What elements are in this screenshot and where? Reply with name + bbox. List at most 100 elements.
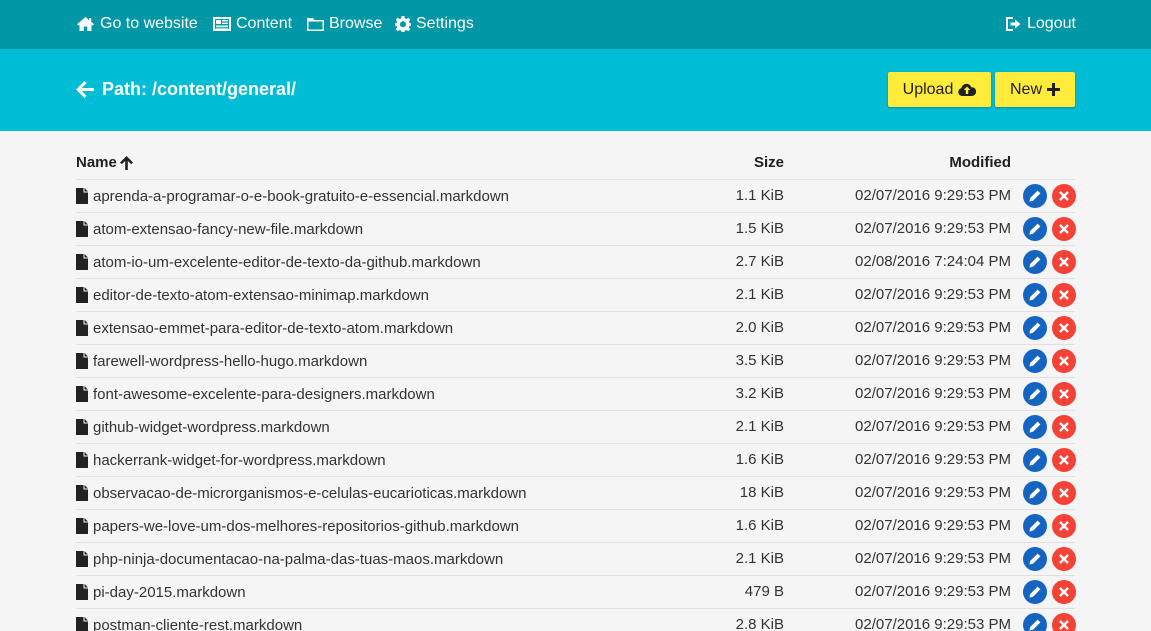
file-link[interactable]: postman-cliente-rest.markdown: [76, 616, 302, 631]
column-header-size-label: Size: [753, 154, 784, 171]
nav-logout-label: Logout: [1027, 15, 1076, 32]
nav-browse[interactable]: Browse: [307, 14, 382, 34]
file-link[interactable]: atom-io-um-excelente-editor-de-texto-da-…: [76, 253, 481, 271]
edit-button[interactable]: [1023, 316, 1047, 340]
home-icon: [77, 17, 94, 31]
file-modified: 02/07/2016 9:29:53 PM: [855, 451, 1011, 468]
close-icon: [1059, 422, 1069, 432]
file-modified: 02/07/2016 9:29:53 PM: [855, 583, 1011, 600]
file-icon: [76, 287, 88, 303]
edit-button[interactable]: [1023, 184, 1047, 208]
pencil-icon: [1029, 586, 1041, 598]
upload-button[interactable]: Upload: [888, 72, 991, 107]
file-name: postman-cliente-rest.markdown: [93, 616, 303, 631]
delete-button[interactable]: [1052, 415, 1076, 439]
close-icon: [1059, 620, 1069, 630]
delete-button[interactable]: [1052, 349, 1076, 373]
file-size: 479 B: [744, 583, 784, 600]
nav-settings[interactable]: Settings: [395, 14, 474, 34]
path-label: Path: /content/general/: [102, 78, 297, 99]
file-link[interactable]: font-awesome-excelente-para-designers.ma…: [76, 385, 435, 403]
delete-button[interactable]: [1052, 448, 1076, 472]
file-link[interactable]: editor-de-texto-atom-extensao-minimap.ma…: [76, 286, 429, 304]
pencil-icon: [1029, 619, 1041, 631]
edit-button[interactable]: [1023, 349, 1047, 373]
close-icon: [1059, 521, 1069, 531]
edit-button[interactable]: [1023, 514, 1047, 538]
delete-button[interactable]: [1052, 580, 1076, 604]
edit-button[interactable]: [1023, 448, 1047, 472]
file-icon: [76, 452, 88, 468]
edit-button[interactable]: [1023, 250, 1047, 274]
delete-button[interactable]: [1052, 514, 1076, 538]
column-header-name[interactable]: Name: [76, 154, 133, 171]
file-link[interactable]: php-ninja-documentacao-na-palma-das-tuas…: [76, 550, 503, 568]
edit-button[interactable]: [1023, 217, 1047, 241]
close-icon: [1059, 587, 1069, 597]
file-link[interactable]: aprenda-a-programar-o-e-book-gratuito-e-…: [76, 187, 509, 205]
column-header-name-label: Name: [76, 154, 117, 171]
file-size: 3.5 KiB: [735, 352, 784, 369]
file-name: farewell-wordpress-hello-hugo.markdown: [93, 352, 368, 370]
file-size: 2.1 KiB: [735, 286, 784, 303]
close-icon: [1059, 191, 1069, 201]
nav-content[interactable]: Content: [213, 14, 292, 34]
file-size: 1.5 KiB: [735, 220, 784, 237]
delete-button[interactable]: [1052, 316, 1076, 340]
file-link[interactable]: papers-we-love-um-dos-melhores-repositor…: [76, 517, 519, 535]
file-name: observacao-de-microrganismos-e-celulas-e…: [93, 484, 527, 502]
file-modified: 02/08/2016 7:24:04 PM: [855, 253, 1011, 270]
file-name: papers-we-love-um-dos-melhores-repositor…: [93, 517, 519, 535]
delete-button[interactable]: [1052, 481, 1076, 505]
pencil-icon: [1029, 454, 1041, 466]
file-name: pi-day-2015.markdown: [93, 583, 246, 601]
close-icon: [1059, 224, 1069, 234]
file-link[interactable]: farewell-wordpress-hello-hugo.markdown: [76, 352, 367, 370]
pencil-icon: [1029, 190, 1041, 202]
edit-button[interactable]: [1023, 547, 1047, 571]
close-icon: [1059, 290, 1069, 300]
file-icon: [76, 518, 88, 534]
file-link[interactable]: github-widget-wordpress.markdown: [76, 418, 330, 436]
edit-button[interactable]: [1023, 481, 1047, 505]
file-link[interactable]: atom-extensao-fancy-new-file.markdown: [76, 220, 363, 238]
pencil-icon: [1029, 223, 1041, 235]
table-row: pi-day-2015.markdown 479 B 02/07/2016 9:29…: [76, 576, 1076, 609]
delete-button[interactable]: [1052, 184, 1076, 208]
file-link[interactable]: extensao-emmet-para-editor-de-texto-atom…: [76, 319, 453, 337]
delete-button[interactable]: [1052, 547, 1076, 571]
file-name: editor-de-texto-atom-extensao-minimap.ma…: [93, 286, 429, 304]
file-icon: [76, 551, 88, 567]
file-link[interactable]: hackerrank-widget-for-wordpress.markdown: [76, 451, 386, 469]
file-link[interactable]: pi-day-2015.markdown: [76, 583, 246, 601]
table-row: aprenda-a-programar-o-e-book-gratuito-e-…: [76, 180, 1076, 213]
nav-go-to-website[interactable]: Go to website: [76, 14, 198, 34]
column-header-modified[interactable]: Modified: [949, 154, 1011, 171]
edit-button[interactable]: [1023, 613, 1047, 631]
table-row: farewell-wordpress-hello-hugo.markdown 3.…: [76, 345, 1076, 378]
edit-button[interactable]: [1023, 283, 1047, 307]
edit-button[interactable]: [1023, 415, 1047, 439]
file-link[interactable]: observacao-de-microrganismos-e-celulas-e…: [76, 484, 527, 502]
gear-icon: [395, 16, 411, 32]
delete-button[interactable]: [1052, 283, 1076, 307]
file-icon: [76, 320, 88, 336]
new-button[interactable]: New: [995, 72, 1075, 107]
table-row: postman-cliente-rest.markdown 2.8 KiB 02/0…: [76, 609, 1076, 631]
delete-button[interactable]: [1052, 613, 1076, 631]
close-icon: [1059, 323, 1069, 333]
back-arrow-icon[interactable]: [76, 80, 94, 98]
delete-button[interactable]: [1052, 217, 1076, 241]
table-row: hackerrank-widget-for-wordpress.markdown…: [76, 444, 1076, 477]
edit-button[interactable]: [1023, 382, 1047, 406]
file-icon: [76, 221, 88, 237]
arrow-up-icon: [119, 155, 133, 170]
edit-button[interactable]: [1023, 580, 1047, 604]
column-header-size[interactable]: Size: [754, 154, 784, 171]
nav-logout[interactable]: Logout: [1006, 14, 1076, 34]
nav-content-label: Content: [236, 15, 293, 32]
file-name: hackerrank-widget-for-wordpress.markdown: [93, 451, 386, 469]
cloud-upload-icon: [958, 83, 977, 96]
delete-button[interactable]: [1052, 382, 1076, 406]
delete-button[interactable]: [1052, 250, 1076, 274]
